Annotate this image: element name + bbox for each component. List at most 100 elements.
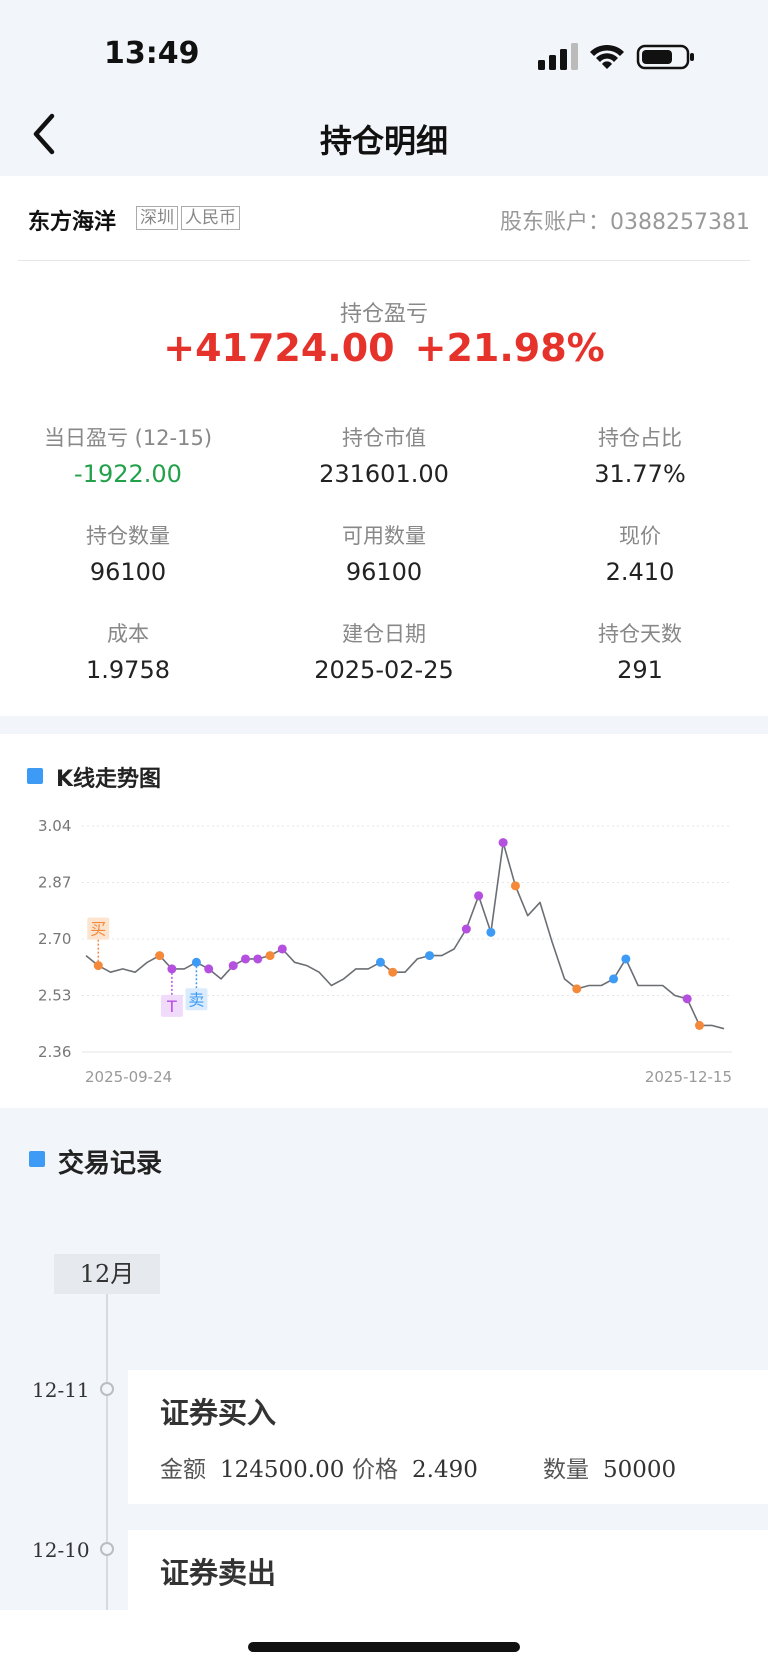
stat-label: 成本 — [107, 622, 149, 646]
status-time: 13:49 — [104, 36, 200, 71]
trade-marker — [191, 957, 201, 967]
section-marker — [27, 768, 43, 784]
trade-type: 证券卖出 — [160, 1556, 277, 1590]
stat-current-price: 现价 2.410 — [512, 520, 768, 586]
month-label: 12月 — [54, 1254, 160, 1294]
trade-marker — [682, 994, 692, 1004]
trade-date: 12-10 — [32, 1538, 90, 1562]
chart-section-title: K线走势图 — [56, 767, 162, 792]
trade-marker — [204, 964, 214, 974]
stat-value: 96100 — [89, 558, 167, 586]
trade-amount: 金额 124500.00 — [160, 1450, 344, 1484]
stat-available-quantity: 可用数量 96100 — [256, 520, 512, 586]
shareholder-account: 股东账户：0388257381 — [500, 210, 750, 235]
y-tick-label: 2.53 — [38, 987, 71, 1005]
y-tick-label: 3.04 — [38, 817, 71, 835]
market-tag: 深圳 — [136, 206, 178, 230]
trade-type: 证券买入 — [160, 1396, 277, 1430]
trade-card[interactable]: 证券买入 金额 124500.00 价格 2.490 数量 50000 — [128, 1370, 768, 1504]
trade-marker — [253, 954, 263, 964]
stat-label: 当日盈亏 (12-15) — [43, 426, 213, 450]
stat-label: 持仓占比 — [598, 426, 682, 450]
pnl-percent: +21.98% — [414, 326, 605, 370]
stat-open-date: 建仓日期 2025-02-25 — [256, 618, 512, 684]
trade-marker — [388, 967, 398, 977]
home-bar-area — [0, 1610, 768, 1669]
stat-market-value: 持仓市值 231601.00 — [256, 422, 512, 488]
stat-label: 现价 — [619, 524, 661, 548]
divider — [18, 260, 750, 261]
status-icons — [538, 43, 694, 70]
trade-marker — [461, 924, 471, 934]
stat-daily-pnl: 当日盈亏 (12-15) -1922.00 — [0, 422, 256, 488]
timeline-dot — [100, 1542, 114, 1556]
qty-label: 数量 — [543, 1457, 589, 1483]
trade-marker — [609, 974, 619, 984]
page-title: 持仓明细 — [319, 122, 448, 160]
trade-marker — [375, 957, 385, 967]
trade-marker — [277, 944, 287, 954]
trade-marker — [572, 984, 582, 994]
trade-section-title: 交易记录 — [58, 1149, 163, 1179]
trade-price: 价格 2.490 — [352, 1450, 478, 1484]
x-start-label: 2025-09-24 — [85, 1068, 172, 1086]
battery-icon — [636, 44, 694, 70]
kline-chart[interactable]: 3.04 2.87 2.70 2.53 2.36 2025-09-24 2025-12-15… — [0, 800, 768, 1100]
trade-marker — [265, 951, 275, 961]
stat-label: 建仓日期 — [342, 622, 426, 646]
stock-name: 东方海洋 — [28, 210, 117, 235]
annotation-text: 买 — [90, 920, 106, 939]
stat-value: 96100 — [345, 558, 423, 586]
y-tick-label: 2.70 — [38, 930, 71, 948]
price-label: 价格 — [352, 1457, 398, 1483]
currency-tag: 人民币 — [181, 206, 240, 230]
timeline-dot — [100, 1382, 114, 1396]
signal-icon — [538, 43, 578, 70]
trade-marker — [621, 954, 631, 964]
price-value: 2.490 — [412, 1457, 478, 1483]
amount-value: 124500.00 — [220, 1457, 345, 1483]
stat-label: 持仓市值 — [342, 426, 426, 450]
stat-holding-days: 持仓天数 291 — [512, 618, 768, 684]
trade-card[interactable]: 证券卖出 — [128, 1530, 768, 1610]
wifi-icon — [590, 44, 624, 69]
trade-marker — [694, 1020, 704, 1030]
qty-value: 50000 — [603, 1457, 677, 1483]
pnl-values: +41724.00 +21.98% — [0, 326, 768, 370]
stat-value: 231601.00 — [319, 460, 449, 488]
x-end-label: 2025-12-15 — [645, 1068, 732, 1086]
stat-value: 1.9758 — [86, 656, 170, 684]
trade-marker — [167, 964, 177, 974]
stat-value: 291 — [617, 656, 663, 684]
home-indicator[interactable] — [248, 1642, 520, 1652]
stat-quantity: 持仓数量 96100 — [0, 520, 256, 586]
trade-quantity: 数量 50000 — [543, 1450, 676, 1484]
trade-marker — [241, 954, 250, 964]
timeline-line — [106, 1294, 108, 1610]
stat-cost: 成本 1.9758 — [0, 618, 256, 684]
trade-marker — [486, 927, 496, 937]
stat-value: 31.77% — [594, 460, 686, 488]
annotation-text: 卖 — [188, 990, 204, 1009]
pnl-amount: +41724.00 — [163, 326, 395, 370]
trade-marker — [228, 961, 238, 971]
section-marker — [29, 1151, 45, 1167]
y-tick-label: 2.36 — [38, 1043, 71, 1061]
pnl-label: 持仓盈亏 — [339, 302, 428, 327]
stat-label: 可用数量 — [342, 524, 426, 548]
annotation-text: T — [166, 997, 177, 1016]
trade-marker — [155, 951, 165, 961]
trade-marker — [498, 838, 508, 848]
trade-marker — [93, 961, 103, 971]
amount-label: 金额 — [160, 1457, 206, 1483]
trade-date: 12-11 — [32, 1378, 90, 1402]
trade-marker — [510, 881, 520, 891]
stat-value: 2025-02-25 — [314, 656, 454, 684]
stat-value: 2.410 — [605, 558, 675, 586]
y-tick-label: 2.87 — [38, 874, 71, 892]
trade-marker — [425, 951, 435, 961]
stat-position-ratio: 持仓占比 31.77% — [512, 422, 768, 488]
stat-value: -1922.00 — [74, 460, 182, 488]
stat-label: 持仓天数 — [598, 622, 682, 646]
trade-marker — [474, 891, 484, 901]
